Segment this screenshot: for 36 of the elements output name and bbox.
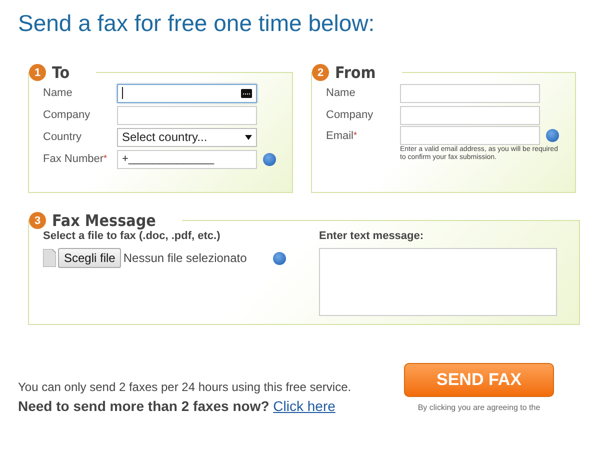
field-label: Country — [43, 131, 83, 143]
info-icon[interactable] — [272, 252, 286, 264]
field-label: Name — [326, 87, 356, 99]
step-number: 2 — [312, 64, 329, 81]
page-title: Send a fax for free one time below: — [18, 10, 376, 37]
info-icon[interactable] — [263, 152, 276, 166]
input-field[interactable] — [117, 84, 257, 102]
section-heading: To — [52, 63, 70, 82]
section-heading: Fax Message — [52, 211, 156, 230]
click-here-link[interactable]: Click here — [273, 398, 336, 414]
upgrade-prompt: Need to send more than 2 faxes now? Click here — [18, 398, 336, 414]
choose-file-button[interactable]: Scegli file — [58, 248, 122, 268]
document-icon — [43, 249, 56, 267]
field-label: Email* — [326, 130, 358, 142]
input-field[interactable]: +______________ — [117, 150, 257, 168]
file-label: Select a file to fax (.doc, .pdf, etc.) — [43, 230, 222, 242]
section-heading: From — [335, 63, 376, 82]
message-textarea[interactable] — [319, 248, 557, 316]
input-field[interactable] — [400, 106, 540, 124]
country-select[interactable]: Select country... — [117, 128, 257, 146]
field-label: Company — [43, 109, 92, 121]
limit-notice: You can only send 2 faxes per 24 hours using this free service. — [18, 380, 352, 394]
terms-notice: By clicking you are agreeing to the — [418, 403, 540, 412]
field-label: Fax Number* — [43, 153, 108, 165]
keyboard-icon — [241, 88, 252, 98]
step-number: 3 — [29, 212, 46, 229]
text-message-label: Enter text message: — [319, 230, 425, 242]
caret-icon — [245, 134, 252, 140]
step-number: 1 — [29, 64, 46, 81]
input-field[interactable] — [117, 106, 257, 124]
input-field[interactable] — [400, 84, 540, 102]
file-status: Nessun file selezionato — [123, 251, 247, 265]
input-field[interactable] — [400, 126, 540, 145]
info-icon[interactable] — [546, 129, 559, 142]
field-label: Name — [43, 87, 74, 99]
field-label: Company — [326, 109, 374, 121]
